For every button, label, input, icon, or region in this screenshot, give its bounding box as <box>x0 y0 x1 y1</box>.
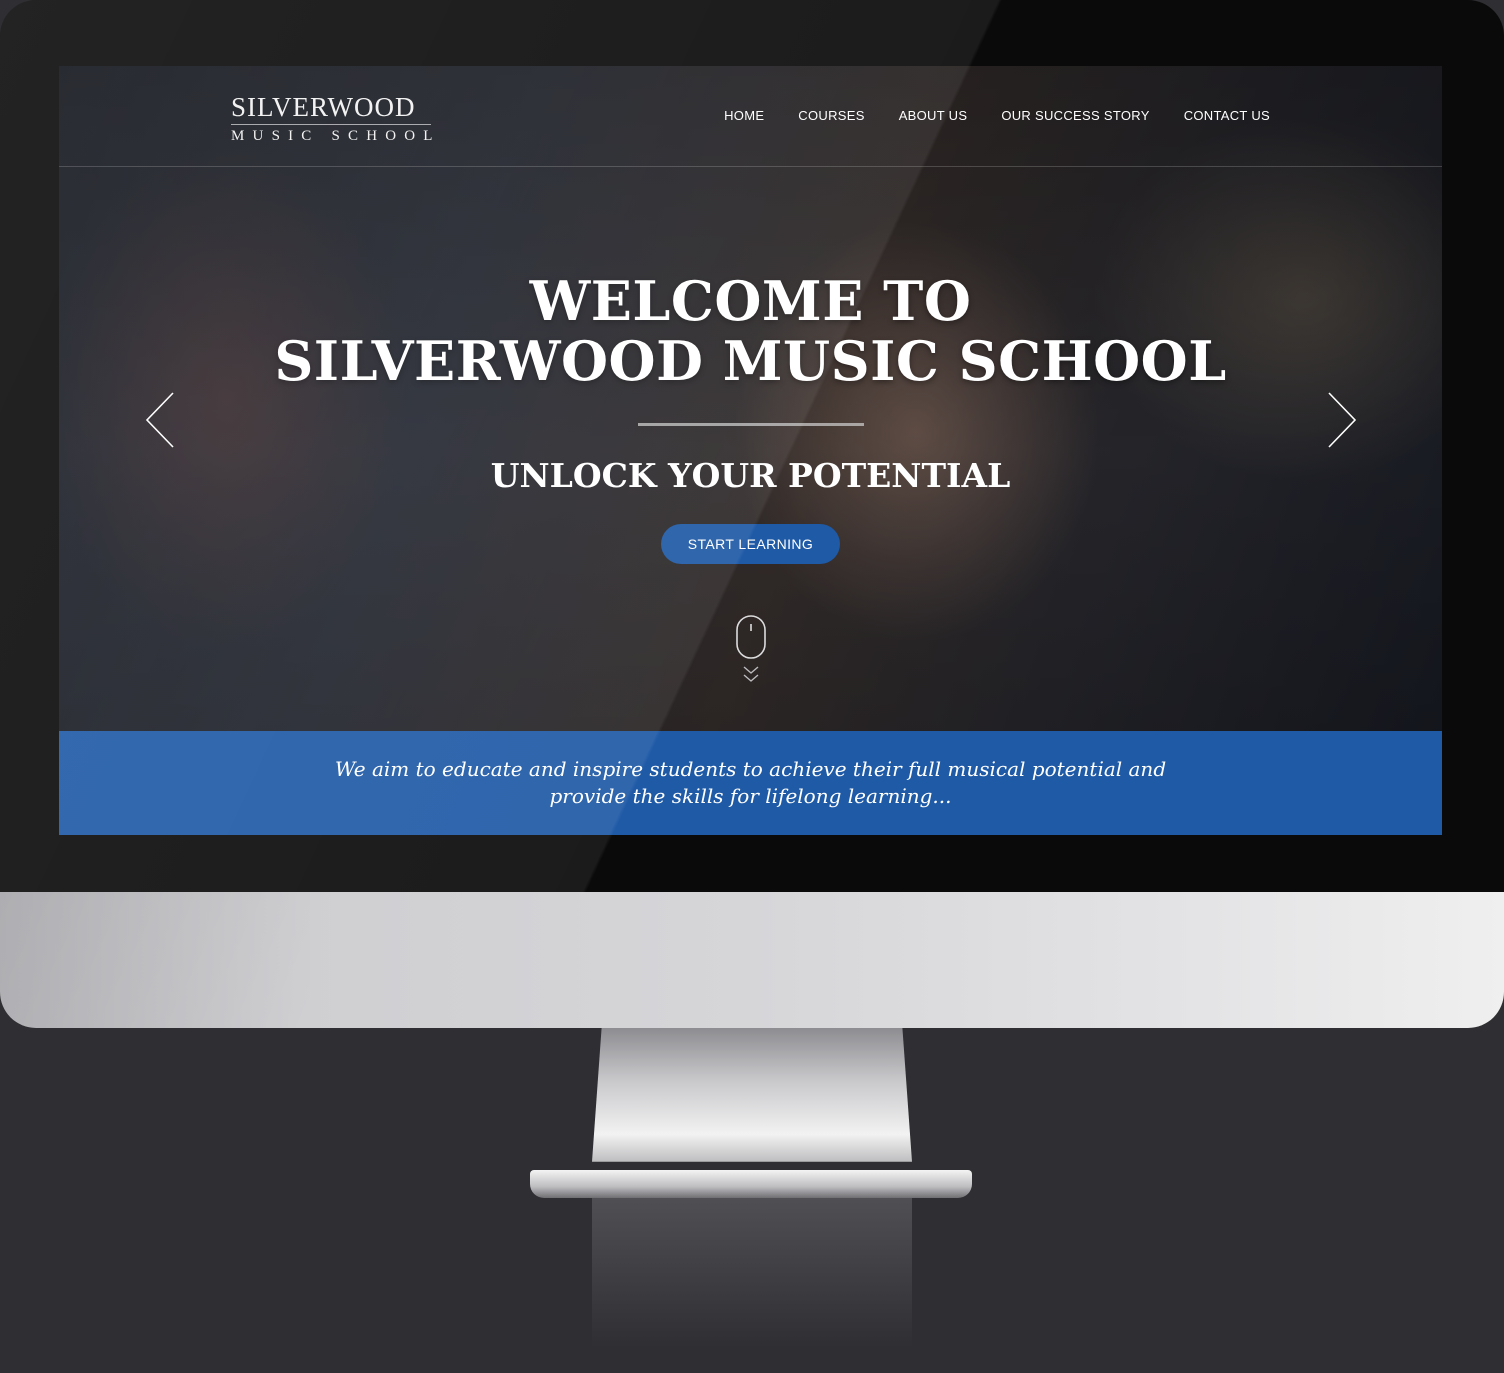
start-learning-button[interactable]: START LEARNING <box>660 524 841 564</box>
hero-content: WELCOME TO SILVERWOOD MUSIC SCHOOL UNLOC… <box>59 271 1442 564</box>
mission-banner: We aim to educate and inspire students t… <box>59 731 1442 835</box>
logo-divider <box>231 124 431 125</box>
mission-text: We aim to educate and inspire students t… <box>334 757 1167 808</box>
logo-main-text: SILVERWOOD <box>231 92 416 122</box>
hero-title-line2: SILVERWOOD MUSIC SCHOOL <box>274 329 1227 393</box>
nav-item-our-success-story[interactable]: OUR SUCCESS STORY <box>1001 108 1149 123</box>
monitor-stand-neck <box>592 1028 912 1162</box>
mouse-scroll-icon[interactable] <box>736 615 766 689</box>
hero-subtitle: UNLOCK YOUR POTENTIAL <box>490 456 1011 495</box>
nav-item-courses[interactable]: COURSES <box>798 108 864 123</box>
website-screen: SILVERWOOD MUSIC SCHOOL HOME COURSES ABO… <box>59 66 1442 835</box>
main-nav: HOME COURSES ABOUT US OUR SUCCESS STORY … <box>724 108 1270 123</box>
nav-item-home[interactable]: HOME <box>724 108 764 123</box>
chin-glare <box>0 892 310 1028</box>
stand-reflection <box>592 1198 912 1348</box>
site-logo[interactable]: SILVERWOOD MUSIC SCHOOL <box>231 92 441 145</box>
logo-sub-text: MUSIC SCHOOL <box>231 128 441 144</box>
monitor-stand-foot <box>530 1170 972 1198</box>
hero-divider <box>637 423 864 426</box>
monitor-frame: SILVERWOOD MUSIC SCHOOL HOME COURSES ABO… <box>0 0 1504 1028</box>
hero-title: WELCOME TO SILVERWOOD MUSIC SCHOOL <box>59 271 1442 391</box>
nav-item-contact-us[interactable]: CONTACT US <box>1184 108 1270 123</box>
hero-title-line1: WELCOME TO <box>529 269 972 333</box>
site-header: SILVERWOOD MUSIC SCHOOL HOME COURSES ABO… <box>59 66 1442 167</box>
nav-item-about-us[interactable]: ABOUT US <box>899 108 968 123</box>
